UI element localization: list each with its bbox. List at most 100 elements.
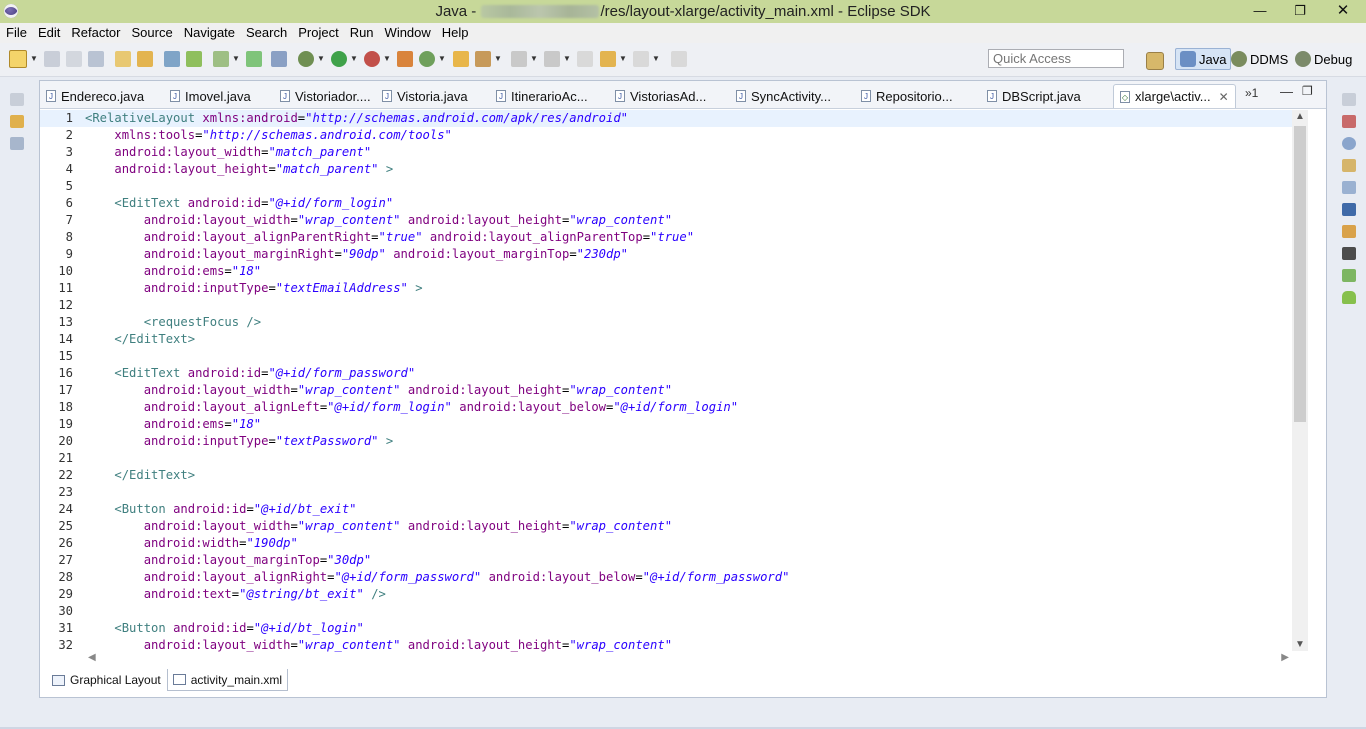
tab-activity-main-xml[interactable]: ◇ xlarge\activ... ✕	[1113, 84, 1236, 108]
import-icon[interactable]	[164, 51, 180, 67]
debug-dropdown-icon[interactable]: ▼	[317, 51, 325, 67]
checklist-dropdown-icon[interactable]: ▼	[232, 51, 240, 67]
restore-right-icon[interactable]	[1342, 93, 1356, 106]
back-dropdown-icon[interactable]: ▼	[619, 51, 627, 67]
search-dropdown-icon[interactable]: ▼	[494, 51, 502, 67]
minimize-editor-icon[interactable]: —	[1280, 84, 1293, 99]
forward-dropdown-icon[interactable]: ▼	[652, 51, 660, 67]
code-line[interactable]: 21	[40, 450, 85, 467]
code-line[interactable]: 20 android:inputType="textPassword" >	[40, 433, 393, 450]
javadoc-icon[interactable]	[1342, 137, 1356, 150]
code-line[interactable]: 13 <requestFocus />	[40, 314, 261, 331]
code-line[interactable]: 15	[40, 348, 85, 365]
code-line[interactable]: 31 <Button android:id="@+id/bt_login"	[40, 620, 364, 637]
android-icon[interactable]	[1342, 291, 1356, 304]
code-line[interactable]: 30	[40, 603, 85, 620]
perspective-ddms[interactable]: DDMS	[1231, 48, 1288, 70]
tab-repositorio[interactable]: J Repositorio...	[861, 85, 953, 107]
code-line[interactable]: 32 android:layout_width="wrap_content" a…	[40, 637, 672, 652]
tab-itinerario[interactable]: J ItinerarioAc...	[496, 85, 588, 107]
restore-icon[interactable]	[10, 93, 24, 106]
perspective-java[interactable]: Java	[1175, 48, 1232, 70]
devices-icon[interactable]	[1342, 269, 1356, 282]
menu-search[interactable]: Search	[240, 23, 292, 43]
perspective-debug[interactable]: Debug	[1295, 48, 1352, 70]
refresh-icon[interactable]	[137, 51, 153, 67]
tab-vistoriador[interactable]: J Vistoriador....	[280, 85, 371, 107]
open-perspective-button[interactable]	[1146, 50, 1167, 72]
lint-icon[interactable]	[246, 51, 262, 67]
quick-access-input[interactable]	[988, 49, 1124, 68]
tab-vistoria-java[interactable]: J Vistoria.java	[382, 85, 468, 107]
code-line[interactable]: 27 android:layout_marginTop="30dp"	[40, 552, 371, 569]
menu-source[interactable]: Source	[126, 23, 178, 43]
menu-help[interactable]: Help	[436, 23, 474, 43]
horizontal-scrollbar[interactable]: ◀ ▶	[85, 652, 1292, 667]
close-tab-icon[interactable]: ✕	[1219, 90, 1229, 104]
vertical-scroll-thumb[interactable]	[1294, 126, 1306, 422]
external-tools-icon[interactable]	[364, 51, 380, 67]
menu-window[interactable]: Window	[379, 23, 436, 43]
code-line[interactable]: 2 xmlns:tools="http://schemas.android.co…	[40, 127, 452, 144]
code-line[interactable]: 11 android:inputType="textEmailAddress" …	[40, 280, 422, 297]
tab-endereco-java[interactable]: J Endereco.java	[46, 85, 144, 107]
code-line[interactable]: 26 android:width="190dp"	[40, 535, 298, 552]
declaration-icon[interactable]	[1342, 159, 1356, 172]
next-annotation-icon[interactable]	[511, 51, 527, 67]
new-dropdown-icon[interactable]: ▼	[30, 51, 38, 67]
code-line[interactable]: 4 android:layout_height="match_parent" >	[40, 161, 394, 178]
code-line[interactable]: 7 android:layout_width="wrap_content" an…	[40, 212, 672, 229]
open-folder-icon[interactable]	[453, 51, 469, 67]
previous-annotation-dropdown-icon[interactable]: ▼	[563, 51, 571, 67]
scroll-left-icon[interactable]: ◀	[88, 652, 96, 663]
code-line[interactable]: 29 android:text="@string/bt_exit" />	[40, 586, 386, 603]
new-java-project-icon[interactable]	[397, 51, 413, 67]
pin-editor-icon[interactable]	[671, 51, 687, 67]
debug-bug-icon[interactable]	[298, 51, 314, 67]
run-dropdown-icon[interactable]: ▼	[350, 51, 358, 67]
hierarchy-icon[interactable]	[10, 137, 24, 150]
next-annotation-dropdown-icon[interactable]: ▼	[530, 51, 538, 67]
menu-edit[interactable]: Edit	[32, 23, 65, 43]
code-line[interactable]: 6 <EditText android:id="@+id/form_login"	[40, 195, 394, 212]
tab-overflow-button[interactable]: »1	[1245, 86, 1258, 100]
maximize-editor-icon[interactable]: ❐	[1302, 84, 1313, 98]
package-explorer-icon[interactable]	[10, 115, 24, 128]
code-line[interactable]: 3 android:layout_width="match_parent"	[40, 144, 372, 161]
problems-icon[interactable]	[1342, 115, 1356, 128]
search-tool-icon[interactable]	[475, 51, 491, 67]
vertical-scrollbar[interactable]: ▲ ▼	[1292, 110, 1308, 651]
save-icon[interactable]	[44, 51, 60, 67]
new-package-icon[interactable]	[419, 51, 435, 67]
code-line[interactable]: 28 android:layout_alignRight="@+id/form_…	[40, 569, 789, 586]
tab-sync-activity[interactable]: J SyncActivity...	[736, 85, 831, 107]
code-line[interactable]: 18 android:layout_alignLeft="@+id/form_l…	[40, 399, 738, 416]
forward-arrow-icon[interactable]	[633, 51, 649, 67]
external-tools-dropdown-icon[interactable]: ▼	[383, 51, 391, 67]
code-line[interactable]: 1 <RelativeLayout xmlns:android="http://s…	[40, 110, 1292, 127]
progress-icon[interactable]	[1342, 225, 1356, 238]
new-file-icon[interactable]	[9, 50, 27, 68]
tab-graphical-layout[interactable]: Graphical Layout	[46, 669, 167, 691]
code-line[interactable]: 10 android:ems="18"	[40, 263, 261, 280]
logcat-icon[interactable]	[1342, 247, 1356, 260]
menu-project[interactable]: Project	[292, 23, 343, 43]
xml-source-editor[interactable]: 1 <RelativeLayout xmlns:android = "http://s…	[40, 110, 1292, 652]
menu-file[interactable]: File	[0, 23, 32, 43]
scroll-down-icon[interactable]: ▼	[1292, 639, 1308, 650]
android-sdk-icon[interactable]	[186, 51, 202, 67]
save-all-icon[interactable]	[66, 51, 82, 67]
close-button[interactable]: ✕	[1320, 0, 1366, 22]
code-line[interactable]: 25 android:layout_width="wrap_content" a…	[40, 518, 672, 535]
code-line[interactable]: 14 </EditText>	[40, 331, 195, 348]
tab-xml-source[interactable]: activity_main.xml	[166, 669, 289, 691]
menu-run[interactable]: Run	[344, 23, 379, 43]
tab-dbscript-java[interactable]: J DBScript.java	[987, 85, 1081, 107]
menu-refactor[interactable]: Refactor	[65, 23, 125, 43]
last-edit-icon[interactable]	[577, 51, 593, 67]
new-class-dropdown-icon[interactable]: ▼	[438, 51, 446, 67]
code-line[interactable]: 16 <EditText android:id="@+id/form_passw…	[40, 365, 415, 382]
code-line[interactable]: 9 android:layout_marginRight="90dp" andr…	[40, 246, 628, 263]
code-line[interactable]: 12	[40, 297, 85, 314]
maximize-button[interactable]: ❐	[1280, 0, 1320, 22]
